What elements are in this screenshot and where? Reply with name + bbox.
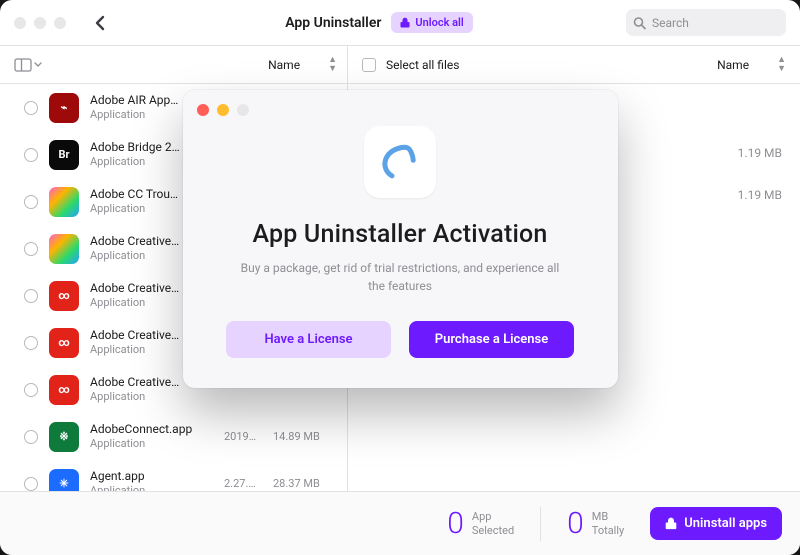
sidebar-layout-icon [14,58,32,72]
back-button[interactable] [90,14,108,32]
toolbar-right: Select all files Name ▲▼ [348,46,800,83]
app-name: Agent.app [90,468,213,484]
app-icon: ⌁ [49,93,79,123]
toolbar-left: Name ▲▼ [0,46,348,83]
right-sort-label: Name [717,58,749,72]
close-icon[interactable] [14,17,26,29]
total-count: 0 [567,506,584,541]
total-unit: MB [592,510,624,524]
checkbox-icon[interactable] [24,383,38,397]
selected-unit: App [472,510,514,524]
sort-caret-icon: ▲▼ [328,56,337,74]
app-date: 2019… [224,430,262,443]
app-icon [49,234,79,264]
app-size: 14.89 MB [273,430,333,443]
search-wrap [626,9,786,36]
app-size: 28.37 MB [273,477,333,490]
select-all-checkbox[interactable]: Select all files [362,58,459,72]
app-meta: Agent.appApplication [90,468,213,491]
lock-icon [400,17,410,28]
app-uninstaller-icon [364,126,436,198]
left-sort-label: Name [268,58,300,72]
selected-count: 0 [447,506,464,541]
close-icon[interactable] [197,104,209,116]
app-icon [49,187,79,217]
titlebar: App Uninstaller Unlock all [0,0,800,46]
minimize-icon[interactable] [34,17,46,29]
modal-title: App Uninstaller Activation [213,220,588,249]
app-icon: ∞ [49,328,79,358]
modal-buttons: Have a License Purchase a License [213,321,588,358]
uninstall-label: Uninstall apps [684,516,767,531]
minimize-icon[interactable] [217,104,229,116]
app-date: 2.27.… [224,477,262,490]
sort-caret-icon: ▲▼ [777,56,786,74]
checkbox-icon[interactable] [24,195,38,209]
activation-modal: App Uninstaller Activation Buy a package… [183,90,618,388]
divider [540,507,541,541]
checkbox-icon[interactable] [24,477,38,491]
app-kind: Application [90,390,213,405]
app-row[interactable]: ※ AdobeConnect.appApplication 2019… 14.89 M… [0,413,347,460]
maximize-icon [237,104,249,116]
checkbox-icon[interactable] [24,430,38,444]
checkbox-icon[interactable] [24,242,38,256]
metric-selected: 0 App Selected [447,506,514,541]
purchase-license-button[interactable]: Purchase a License [409,321,574,358]
checkbox-icon[interactable] [24,101,38,115]
app-window: App Uninstaller Unlock all Name ▲▼ [0,0,800,555]
right-sort-button[interactable]: Name ▲▼ [717,56,786,74]
chevron-down-icon [34,62,42,68]
search-input[interactable] [626,9,786,36]
uninstall-button[interactable]: Uninstall apps [650,507,782,540]
unlock-all-label: Unlock all [415,16,463,29]
app-kind: Application [90,437,213,452]
checkbox-icon[interactable] [24,148,38,162]
total-label: Totally [592,524,624,538]
checkbox-icon [362,58,376,72]
app-icon: ∞ [49,375,79,405]
file-size: 1.19 MB [738,188,782,202]
app-meta: AdobeConnect.appApplication [90,421,213,452]
footer: 0 App Selected 0 MB Totally Uninstall ap… [0,491,800,555]
app-icon: Br [49,140,79,170]
checkbox-icon[interactable] [24,289,38,303]
title-area: App Uninstaller Unlock all [132,12,626,33]
app-icon: ∞ [49,281,79,311]
left-sort-button[interactable]: Name ▲▼ [268,56,337,74]
window-controls [14,17,66,29]
chevron-left-icon [94,15,105,31]
page-title: App Uninstaller [285,15,381,31]
view-switcher[interactable] [14,58,42,72]
file-size: 1.19 MB [738,146,782,160]
app-icon: ✳ [49,469,79,491]
app-icon: ※ [49,422,79,452]
select-all-label: Select all files [386,58,459,72]
maximize-icon[interactable] [54,17,66,29]
app-row[interactable]: ✳ Agent.appApplication 2.27.… 28.37 MB [0,460,347,491]
lock-icon [665,517,677,530]
selected-label: Selected [472,524,514,538]
have-license-button[interactable]: Have a License [226,321,391,358]
unlock-all-button[interactable]: Unlock all [391,12,472,33]
search-icon [633,16,646,29]
metric-total: 0 MB Totally [567,506,624,541]
toolbar: Name ▲▼ Select all files Name ▲▼ [0,46,800,84]
modal-subtitle: Buy a package, get rid of trial restrict… [240,259,560,295]
modal-window-controls [197,104,588,116]
app-name: AdobeConnect.app [90,421,213,437]
checkbox-icon[interactable] [24,336,38,350]
